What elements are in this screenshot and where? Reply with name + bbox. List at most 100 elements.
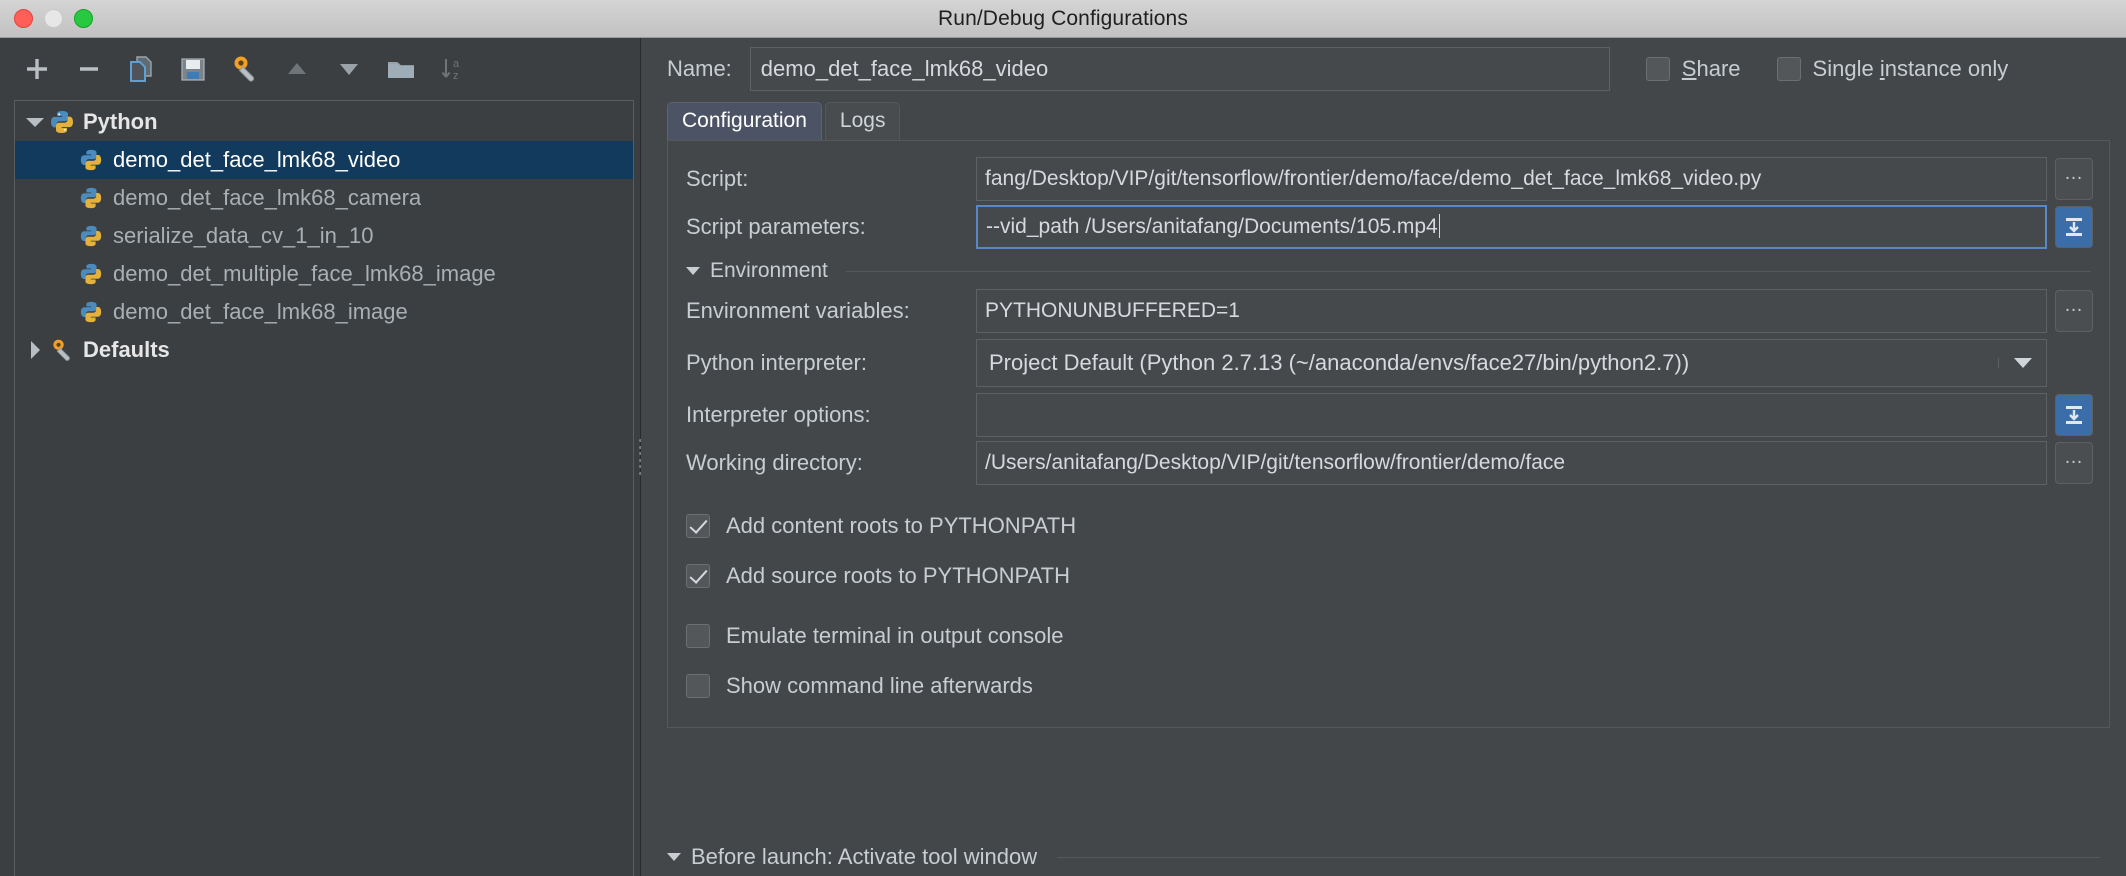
chevron-down-icon	[26, 117, 44, 127]
tree-item-label: demo_det_face_lmk68_camera	[113, 185, 422, 210]
expand-collapse-toggle[interactable]	[21, 341, 49, 359]
before-launch-label: Before launch: Activate tool window	[691, 844, 1038, 869]
python-icon	[79, 300, 109, 324]
single-instance-checkbox-box[interactable]	[1776, 57, 1801, 81]
add-source-roots-label: Add source roots to PYTHONPATH	[726, 563, 1070, 588]
python-icon	[79, 224, 109, 248]
working-directory-input[interactable]: /Users/anitafang/Desktop/VIP/git/tensorf…	[976, 441, 2047, 485]
tree-item-label: demo_det_face_lmk68_video	[113, 147, 401, 172]
chevron-down-icon	[667, 853, 681, 861]
tab-configuration[interactable]: Configuration	[667, 102, 822, 140]
minimize-button[interactable]	[44, 9, 63, 28]
window-titlebar: Run/Debug Configurations	[0, 0, 2126, 38]
text-caret	[1438, 214, 1440, 238]
emulate-terminal-checkbox[interactable]: Emulate terminal in output console	[668, 611, 2109, 661]
interpreter-options-expand-button[interactable]	[2055, 394, 2093, 436]
add-source-roots-checkbox-box[interactable]	[686, 564, 710, 588]
interpreter-options-input[interactable]	[976, 393, 2047, 437]
python-icon	[79, 186, 109, 210]
show-command-line-checkbox[interactable]: Show command line afterwards	[668, 661, 2109, 711]
show-command-line-checkbox-box[interactable]	[686, 674, 710, 698]
name-input[interactable]: demo_det_face_lmk68_video	[749, 47, 1610, 91]
save-configuration-button[interactable]	[170, 49, 216, 89]
script-label: Script:	[686, 166, 749, 191]
configuration-editor-pane: Name: demo_det_face_lmk68_video Share Si…	[641, 38, 2126, 876]
script-row: Script: fang/Desktop/VIP/git/tensorflow/…	[668, 155, 2109, 203]
python-icon	[49, 109, 79, 135]
name-label: Name:	[667, 56, 732, 81]
emulate-terminal-checkbox-box[interactable]	[686, 624, 710, 648]
editor-tabs: Configuration Logs	[641, 100, 2126, 140]
move-up-button[interactable]	[274, 49, 320, 89]
working-directory-label: Working directory:	[686, 450, 863, 475]
tree-item-demo-det-face-lmk68-camera[interactable]: demo_det_face_lmk68_camera	[15, 179, 633, 217]
environment-variables-input[interactable]: PYTHONUNBUFFERED=1	[976, 289, 2047, 333]
script-parameters-input[interactable]: --vid_path /Users/anitafang/Documents/10…	[976, 205, 2047, 249]
move-down-button[interactable]	[326, 49, 372, 89]
working-directory-browse-button[interactable]: …	[2055, 442, 2093, 484]
tree-item-label: demo_det_multiple_face_lmk68_image	[113, 261, 496, 286]
add-content-roots-label: Add content roots to PYTHONPATH	[726, 513, 1077, 538]
tree-group-defaults[interactable]: Defaults	[15, 331, 633, 369]
configurations-pane: a z Python demo_det_face_lmk68_video dem…	[0, 38, 642, 876]
share-checkbox-label: Share	[1681, 56, 1741, 81]
tree-group-python[interactable]: Python	[15, 103, 633, 141]
single-instance-checkbox-label: Single instance only	[1812, 56, 2009, 81]
environment-variables-browse-button[interactable]: …	[2055, 290, 2093, 332]
share-checkbox-box[interactable]	[1645, 57, 1670, 81]
script-browse-button[interactable]: …	[2055, 158, 2093, 200]
script-parameters-expand-button[interactable]	[2055, 206, 2093, 248]
remove-configuration-button[interactable]	[66, 49, 112, 89]
environment-variables-row: Environment variables: PYTHONUNBUFFERED=…	[668, 287, 2109, 335]
zoom-button[interactable]	[74, 9, 93, 28]
script-parameters-label: Script parameters:	[686, 214, 866, 239]
script-parameters-value: --vid_path /Users/anitafang/Documents/10…	[986, 215, 1438, 238]
environment-variables-label: Environment variables:	[686, 298, 910, 323]
tree-group-label: Python	[83, 109, 158, 134]
svg-text:z: z	[453, 70, 459, 82]
show-command-line-label: Show command line afterwards	[726, 673, 1033, 698]
script-input[interactable]: fang/Desktop/VIP/git/tensorflow/frontier…	[976, 157, 2047, 201]
tree-item-serialize-data-cv-1-in-10[interactable]: serialize_data_cv_1_in_10	[15, 217, 633, 255]
expand-icon	[2066, 406, 2082, 424]
add-configuration-button[interactable]	[14, 49, 60, 89]
python-interpreter-select[interactable]: Project Default (Python 2.7.13 (~/anacon…	[976, 339, 2047, 387]
expand-icon	[2066, 218, 2082, 236]
tree-item-label: demo_det_face_lmk68_image	[113, 299, 408, 324]
emulate-terminal-label: Emulate terminal in output console	[726, 623, 1064, 648]
dialog-body: a z Python demo_det_face_lmk68_video dem…	[0, 38, 2126, 876]
close-button[interactable]	[14, 9, 33, 28]
chevron-right-icon	[30, 341, 40, 359]
name-row: Name: demo_det_face_lmk68_video Share Si…	[641, 38, 2126, 100]
share-checkbox[interactable]: Share	[1645, 56, 1741, 82]
configuration-panel: Script: fang/Desktop/VIP/git/tensorflow/…	[667, 140, 2110, 728]
section-divider	[1057, 856, 2100, 858]
tree-item-demo-det-face-lmk68-video[interactable]: demo_det_face_lmk68_video	[15, 141, 633, 179]
configurations-tree[interactable]: Python demo_det_face_lmk68_video demo_de…	[14, 100, 634, 876]
tab-logs[interactable]: Logs	[824, 102, 901, 140]
copy-configuration-button[interactable]	[118, 49, 164, 89]
add-content-roots-checkbox[interactable]: Add content roots to PYTHONPATH	[668, 501, 2109, 551]
add-content-roots-checkbox-box[interactable]	[686, 514, 710, 538]
chevron-down-icon	[686, 267, 700, 275]
tree-group-label: Defaults	[83, 337, 170, 362]
single-instance-checkbox[interactable]: Single instance only	[1776, 56, 2009, 82]
window-controls	[0, 9, 93, 28]
chevron-down-icon[interactable]	[1998, 358, 2046, 368]
tree-item-label: serialize_data_cv_1_in_10	[113, 223, 374, 248]
environment-section-header[interactable]: Environment	[668, 251, 2109, 287]
expand-collapse-toggle[interactable]	[21, 117, 49, 127]
sort-configurations-button[interactable]: a z	[430, 49, 476, 89]
interpreter-options-row: Interpreter options:	[668, 391, 2109, 439]
python-icon	[79, 262, 109, 286]
before-launch-section-header[interactable]: Before launch: Activate tool window	[641, 832, 2126, 870]
interpreter-options-label: Interpreter options:	[686, 402, 871, 427]
create-folder-button[interactable]	[378, 49, 424, 89]
tree-item-demo-det-multiple-face-lmk68-image[interactable]: demo_det_multiple_face_lmk68_image	[15, 255, 633, 293]
python-interpreter-label: Python interpreter:	[686, 350, 867, 375]
edit-defaults-button[interactable]	[222, 49, 268, 89]
tree-item-demo-det-face-lmk68-image[interactable]: demo_det_face_lmk68_image	[15, 293, 633, 331]
add-source-roots-checkbox[interactable]: Add source roots to PYTHONPATH	[668, 551, 2109, 601]
header-checkboxes: Share Single instance only	[1645, 56, 2009, 82]
working-directory-row: Working directory: /Users/anitafang/Desk…	[668, 439, 2109, 487]
